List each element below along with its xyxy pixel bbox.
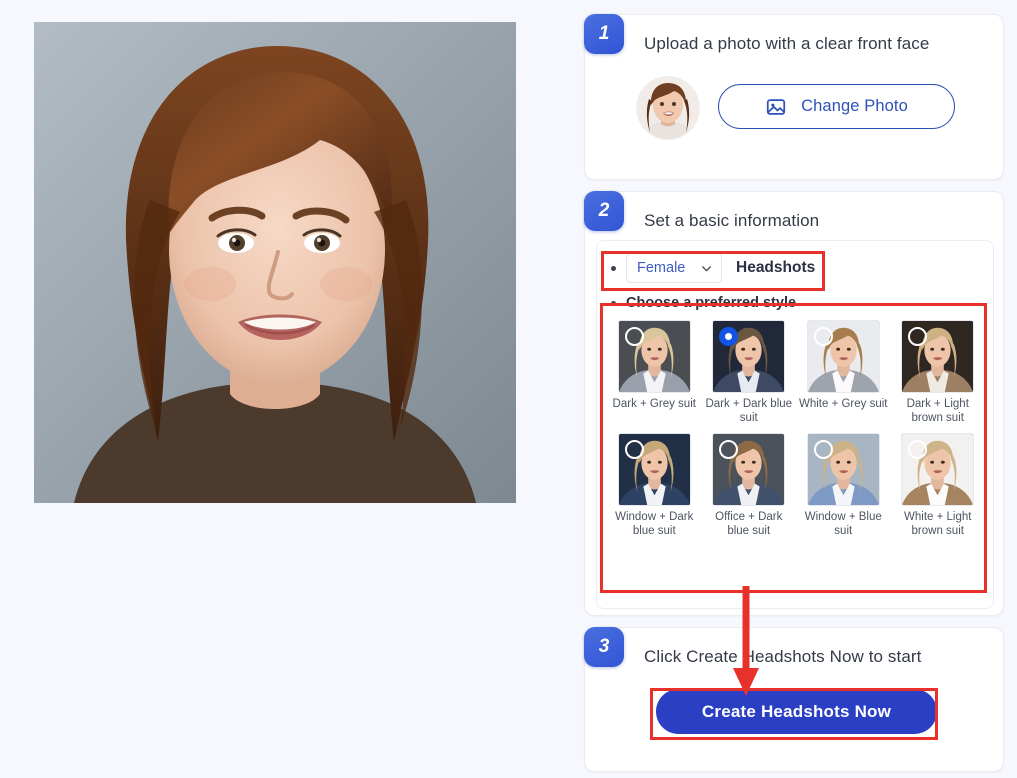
step-1-badge: 1 [584, 14, 624, 54]
step-2-title: Set a basic information [644, 211, 820, 230]
style-option-label: Dark + Dark blue suit [705, 398, 793, 424]
style-option-label: White + Grey suit [798, 398, 888, 410]
style-radio[interactable] [813, 327, 833, 346]
style-option-3[interactable]: Dark + Light brown suit [891, 320, 986, 425]
style-thumbnail [901, 433, 975, 506]
step-1-title: Upload a photo with a clear front face [644, 34, 930, 53]
style-radio[interactable] [813, 440, 833, 459]
portrait-illustration [34, 22, 516, 503]
gender-row: Female Headshots [603, 253, 815, 283]
style-grid: Dark + Grey suit Dark + Dark blue suit Whi… [607, 320, 985, 538]
style-option-label: Window + Blue suit [804, 511, 882, 537]
step-1-card: 1 Upload a photo with a clear front face [584, 14, 1004, 180]
bullet-icon [611, 265, 616, 271]
style-option-label: Window + Dark blue suit [615, 511, 694, 537]
style-thumbnail [712, 320, 786, 393]
style-thumbnail [901, 320, 975, 393]
step-3-title: Click Create Headshots Now to start [644, 647, 922, 666]
image-icon [767, 98, 786, 115]
step-2-badge: 2 [584, 191, 624, 231]
style-option-6[interactable]: Window + Blue suit [796, 433, 891, 538]
wizard-panel: 1 Upload a photo with a clear front face [584, 0, 1004, 778]
bullet-icon [611, 300, 616, 306]
style-radio[interactable] [624, 327, 644, 346]
style-option-2[interactable]: White + Grey suit [796, 320, 891, 425]
style-section-title: Choose a preferred style [603, 295, 796, 311]
uploaded-photo-preview [34, 22, 516, 503]
gender-select[interactable]: Female [626, 253, 722, 283]
style-section-label: Choose a preferred style [626, 295, 797, 311]
style-option-0[interactable]: Dark + Grey suit [607, 320, 702, 425]
step-3-badge: 3 [584, 627, 624, 667]
style-thumbnail [617, 433, 691, 506]
style-option-1[interactable]: Dark + Dark blue suit [702, 320, 797, 425]
style-thumbnail [806, 433, 880, 506]
style-radio[interactable] [624, 440, 644, 459]
basic-info-panel: Female Headshots Choose a preferred styl… [596, 240, 994, 609]
style-option-label: Dark + Grey suit [612, 398, 696, 410]
style-option-4[interactable]: Window + Dark blue suit [607, 433, 702, 538]
style-option-5[interactable]: Office + Dark blue suit [702, 433, 797, 538]
create-headshots-button[interactable]: Create Headshots Now [656, 689, 937, 734]
change-photo-button[interactable]: Change Photo [718, 84, 955, 129]
style-thumbnail [806, 320, 880, 393]
gender-select-value: Female [637, 260, 686, 276]
style-thumbnail [617, 320, 691, 393]
step-3-card: 3 Click Create Headshots Now to start Cr… [584, 627, 1004, 772]
style-option-7[interactable]: White + Light brown suit [891, 433, 986, 538]
style-option-label: White + Light brown suit [904, 511, 972, 537]
style-option-label: Dark + Light brown suit [906, 398, 969, 424]
chevron-down-icon [702, 265, 711, 271]
change-photo-label: Change Photo [801, 97, 908, 115]
avatar [637, 77, 699, 139]
style-thumbnail [712, 433, 786, 506]
avatar-portrait [637, 77, 699, 139]
style-option-label: Office + Dark blue suit [715, 511, 783, 537]
step-2-card: 2 Set a basic information Female Headsho… [584, 191, 1004, 616]
headshots-type-label: Headshots [736, 259, 816, 276]
